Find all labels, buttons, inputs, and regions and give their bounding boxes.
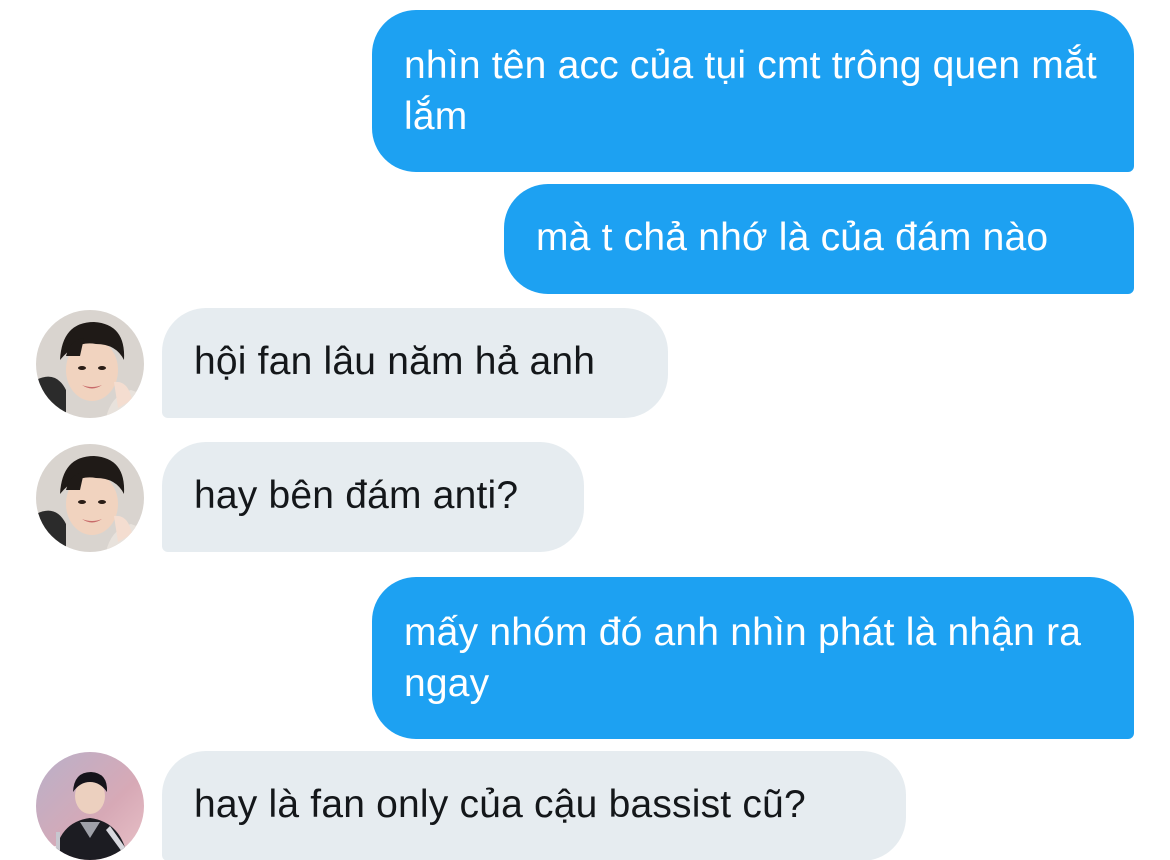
message-text: hay là fan only của cậu bassist cũ?: [194, 783, 806, 826]
sent-message-bubble[interactable]: mà t chả nhớ là của đám nào: [504, 184, 1134, 294]
user-avatar-photo-alt[interactable]: [36, 752, 144, 860]
message-text: mà t chả nhớ là của đám nào: [536, 216, 1049, 259]
message-text: mấy nhóm đó anh nhìn phát là nhận ra nga…: [404, 611, 1082, 705]
message-text: hội fan lâu năm hả anh: [194, 340, 596, 383]
message-text: hay bên đám anti?: [194, 474, 519, 517]
sent-message-bubble[interactable]: mấy nhóm đó anh nhìn phát là nhận ra nga…: [372, 577, 1134, 739]
user-avatar-photo[interactable]: [36, 310, 144, 418]
message-text: nhìn tên acc của tụi cmt trông quen mắt …: [404, 44, 1097, 138]
received-message-bubble[interactable]: hội fan lâu năm hả anh: [162, 308, 668, 418]
received-message-bubble[interactable]: hay bên đám anti?: [162, 442, 584, 552]
message-thread: nhìn tên acc của tụi cmt trông quen mắt …: [0, 0, 1170, 860]
user-avatar-photo[interactable]: [36, 444, 144, 552]
sent-message-bubble[interactable]: nhìn tên acc của tụi cmt trông quen mắt …: [372, 10, 1134, 172]
received-message-bubble[interactable]: hay là fan only của cậu bassist cũ?: [162, 751, 906, 860]
